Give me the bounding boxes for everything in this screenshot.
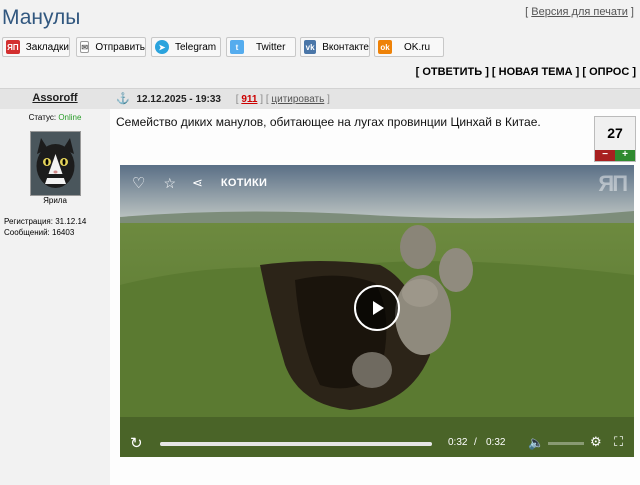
post-date: 12.12.2025 - 19:33 — [136, 94, 221, 105]
post-author-link[interactable]: Assoroff — [0, 92, 110, 104]
yap-watermark: ЯП — [598, 171, 628, 196]
registration-date: 31.12.14 — [55, 217, 87, 226]
post-rating: 27 − + — [594, 116, 636, 162]
current-time: 0:32 — [448, 437, 468, 448]
rating-minus-button[interactable]: − — [595, 150, 615, 161]
author-meta: Регистрация: 31.12.14 Сообщений: 16403 — [4, 216, 86, 238]
share-ok-label: OK.ru — [404, 41, 431, 53]
topic-actions: [ ОТВЕТИТЬ ] [ НОВАЯ ТЕМА ] [ ОПРОС ] — [415, 66, 636, 78]
share-ok-button[interactable]: ok OK.ru — [374, 37, 444, 57]
video-controls: ↻ 0:32 / 0:32 🔈 ⚙ ⛶ — [120, 431, 634, 457]
page-title: Манулы — [2, 6, 81, 29]
avatar-caption: Ярила — [43, 196, 67, 205]
messages-label: Сообщений: — [4, 228, 50, 237]
share-bookmarks-button[interactable]: ЯП Закладки — [2, 37, 70, 57]
share-send-label: Отправить — [95, 41, 145, 53]
volume-slider[interactable] — [548, 442, 584, 445]
rating-value: 27 — [607, 125, 623, 141]
time-separator: / — [474, 437, 477, 448]
poll-link[interactable]: ОПРОС — [589, 66, 629, 78]
post-info: ⚓ 12.12.2025 - 19:33 [ 911 ] [ цитироват… — [116, 93, 330, 105]
anchor-icon[interactable]: ⚓ — [116, 93, 130, 105]
volume-icon[interactable]: 🔈 — [528, 435, 544, 451]
share-vk-button[interactable]: vk Вконтакте — [300, 37, 370, 57]
telegram-icon: ➤ — [155, 40, 169, 54]
post-text: Семейство диких манулов, обитающее на лу… — [116, 115, 541, 129]
play-icon — [373, 301, 384, 315]
share-telegram-label: Telegram — [175, 41, 217, 53]
messages-count: 16403 — [52, 228, 75, 237]
cite-link[interactable]: цитировать — [271, 94, 324, 105]
ok-icon: ok — [378, 40, 392, 54]
rating-plus-button[interactable]: + — [615, 150, 635, 161]
post-body: Семейство диких манулов, обитающее на лу… — [110, 109, 640, 485]
share-send-button[interactable]: ✉ Отправить — [76, 37, 146, 57]
author-panel: Статус: Online Ярила Регистрация: 31.12.… — [0, 109, 110, 485]
star-icon[interactable]: ☆ — [163, 175, 176, 192]
share-bookmarks-label: Закладки — [25, 41, 69, 53]
share-twitter-button[interactable]: t Twitter — [226, 37, 296, 57]
new-topic-link[interactable]: НОВАЯ ТЕМА — [499, 66, 573, 78]
share-vk-label: Вконтакте — [322, 41, 369, 53]
author-status: Статус: Online — [0, 113, 110, 122]
video-progress-track[interactable] — [160, 442, 432, 446]
twitter-icon: t — [230, 40, 244, 54]
post-number-link[interactable]: 911 — [241, 94, 257, 105]
print-version-link-label[interactable]: Версия для печати — [531, 6, 628, 18]
play-button[interactable] — [354, 285, 400, 331]
mail-icon: ✉ — [80, 41, 90, 53]
fullscreen-icon[interactable]: ⛶ — [614, 434, 623, 450]
post-header: Assoroff ⚓ 12.12.2025 - 19:33 [ 911 ] [ … — [0, 88, 640, 109]
vk-icon: vk — [304, 40, 317, 54]
replay-icon[interactable]: ↻ — [130, 434, 143, 452]
heart-icon[interactable]: ♡ — [132, 174, 145, 192]
duration: 0:32 — [486, 437, 506, 448]
reply-link[interactable]: ОТВЕТИТЬ — [422, 66, 482, 78]
settings-icon[interactable]: ⚙ — [590, 434, 602, 450]
video-top-bar: ♡ ☆ ⋖ КОТИКИ — [120, 165, 634, 201]
share-icon[interactable]: ⋖ — [192, 175, 203, 191]
registration-label: Регистрация: — [4, 217, 53, 226]
video-player[interactable]: ♡ ☆ ⋖ КОТИКИ ЯП ↻ 0:32 / 0:32 🔈 ⚙ ⛶ — [120, 165, 634, 457]
video-tag[interactable]: КОТИКИ — [221, 177, 267, 189]
share-twitter-label: Twitter — [256, 41, 286, 53]
avatar[interactable] — [30, 131, 81, 196]
video-progress-fill — [160, 442, 432, 446]
status-online: Online — [58, 113, 82, 122]
print-version-link[interactable]: [ Версия для печати ] — [525, 6, 634, 18]
yap-icon: ЯП — [6, 40, 20, 54]
share-telegram-button[interactable]: ➤ Telegram — [151, 37, 221, 57]
status-label: Статус: — [28, 113, 57, 122]
cat-avatar-image — [31, 132, 80, 195]
